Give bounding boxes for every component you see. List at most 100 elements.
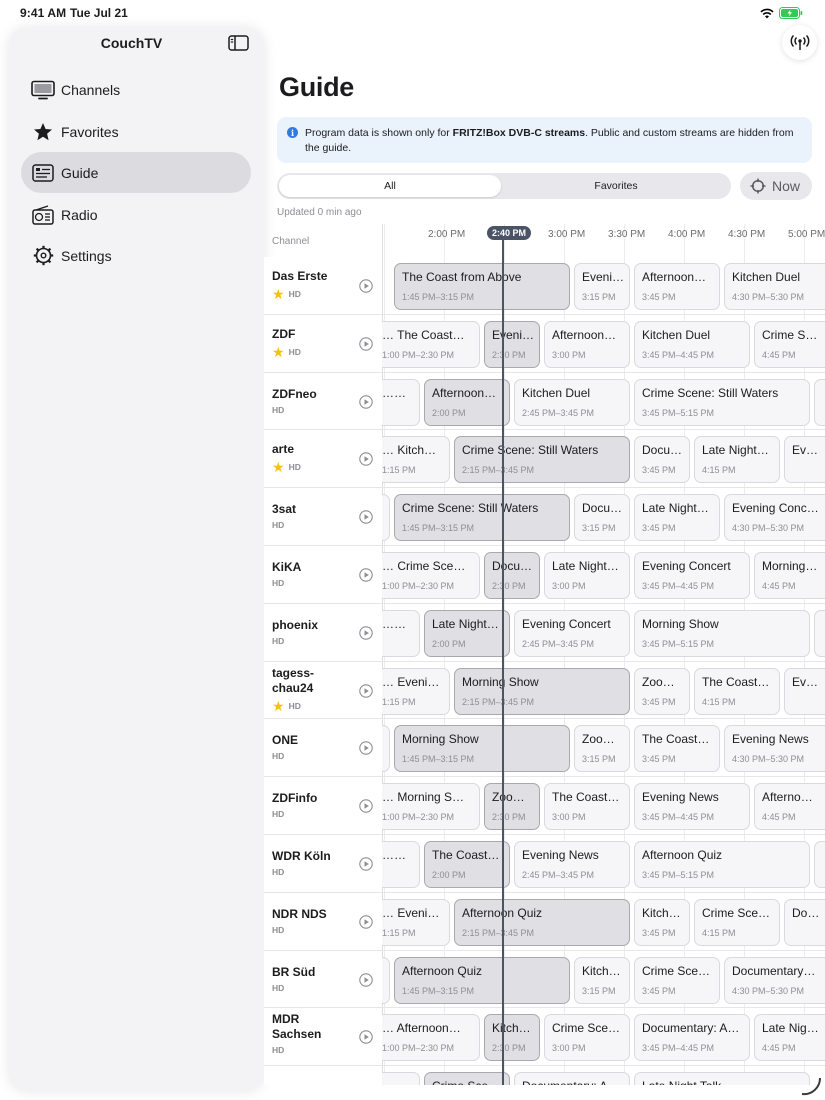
play-icon[interactable] xyxy=(359,972,373,987)
program-cell[interactable]: Kitchen Duel 3:45 PM–4:45 PM xyxy=(634,320,750,368)
program-cell[interactable]: The Coast… 3:45 PM xyxy=(634,725,720,773)
program-cell[interactable]: Crime Scene: Still Waters 2:15 PM–3:45 PM xyxy=(454,436,630,484)
program-time: 1:00 PM–2:30 PM xyxy=(382,349,455,360)
program-cell[interactable]: Crime Sce… 3:00 PM xyxy=(544,1014,630,1062)
program-cell[interactable]: Afternoon… 2:00 PM xyxy=(424,378,510,426)
program-cell[interactable]: Kitch… 2:30 PM xyxy=(484,1014,540,1062)
play-icon[interactable] xyxy=(359,799,373,813)
program-cell[interactable]: … Crime Sce… 1:00 PM–2:30 PM xyxy=(374,552,480,599)
program-cell[interactable]: Afternoon… 3:45 PM xyxy=(634,263,720,310)
program-cell[interactable]: Documentary: A… 3:45 PM–4:45 PM xyxy=(634,1014,750,1062)
program-cell[interactable]: Ev… xyxy=(784,436,825,484)
program-cell[interactable]: Crime S… 4:45 PM xyxy=(754,320,825,368)
filter-favorites[interactable]: Favorites xyxy=(503,175,729,197)
channel-cell[interactable] xyxy=(264,1066,382,1085)
program-cell[interactable]: … The Coast… 1:00 PM–2:30 PM xyxy=(374,320,480,368)
channel-meta: HD xyxy=(272,867,284,877)
sidebar-item-radio[interactable]: Radio xyxy=(21,194,251,235)
program-cell[interactable]: Documentary… 4:30 PM–5:30 PM xyxy=(724,956,825,1004)
program-cell[interactable]: The Coast… 4:15 PM xyxy=(694,667,780,715)
play-icon[interactable] xyxy=(359,915,373,929)
program-cell[interactable]: Crime Sce… 3:45 PM xyxy=(634,956,720,1004)
program-cell[interactable]: Kitch… 3:45 PM xyxy=(634,898,690,946)
play-icon[interactable] xyxy=(359,683,373,698)
program-cell[interactable]: Evening Concert 3:45 PM–4:45 PM xyxy=(634,552,750,599)
program-cell[interactable]: The Coast… 3:00 PM xyxy=(544,783,630,831)
program-cell[interactable]: Afternoon Quiz 1:45 PM–3:15 PM xyxy=(394,956,570,1004)
program-cell[interactable]: Zoo… 3:15 PM xyxy=(574,725,630,773)
sidebar-item-favorites[interactable]: Favorites xyxy=(21,111,251,152)
program-cell[interactable] xyxy=(814,609,825,657)
program-cell[interactable]: Evening News 2:45 PM–3:45 PM xyxy=(514,841,630,888)
program-cell[interactable]: Crime Scene: Still Waters 3:45 PM–5:15 PM xyxy=(634,378,810,426)
filter-all[interactable]: All xyxy=(279,175,501,197)
program-cell[interactable]: Documentary: A… xyxy=(514,1072,630,1085)
program-cell[interactable]: … Eveni… 1:15 PM xyxy=(374,898,450,946)
program-cell[interactable]: Docu… 3:45 PM xyxy=(634,436,690,484)
battery-icon xyxy=(779,7,803,19)
program-cell[interactable]: Late Nig… 4:45 PM xyxy=(754,1014,825,1062)
sidebar-item-channels[interactable]: Channels xyxy=(21,69,251,110)
program-cell[interactable]: Morning… 4:45 PM xyxy=(754,552,825,599)
program-cell[interactable]: Do… xyxy=(784,898,825,946)
program-cell[interactable]: Crime Sce… xyxy=(424,1072,510,1085)
program-cell[interactable]: Crime Sce… 4:15 PM xyxy=(694,898,780,946)
program-cell[interactable]: Morning Show 2:15 PM–3:45 PM xyxy=(454,667,630,715)
program-cell[interactable]: Late Night… 2:00 PM xyxy=(424,609,510,657)
program-cell[interactable]: Docu… 2:30 PM xyxy=(484,552,540,599)
program-cell[interactable]: … Eveni… 1:15 PM xyxy=(374,667,450,715)
sidebar-toggle-icon[interactable] xyxy=(228,35,249,51)
broadcast-button[interactable] xyxy=(782,25,817,60)
play-icon[interactable] xyxy=(359,394,373,409)
program-cell[interactable]: Eveni… 3:15 PM xyxy=(574,263,630,310)
play-icon[interactable] xyxy=(359,452,373,467)
sidebar-item-guide[interactable]: Guide xyxy=(21,152,251,193)
sidebar-item-label: Radio xyxy=(61,206,98,223)
program-cell[interactable]: Afternoon… 3:00 PM xyxy=(544,320,630,368)
program-cell[interactable]: Evening News 4:30 PM–5:30 PM xyxy=(724,725,825,773)
program-cell[interactable]: Late Night… 4:15 PM xyxy=(694,436,780,484)
program-cell[interactable]: Zoo… 3:45 PM xyxy=(634,667,690,715)
channel-name: ONE xyxy=(272,733,299,748)
program-cell[interactable]: Late Night Talk xyxy=(634,1072,810,1085)
program-cell[interactable]: Ev… xyxy=(784,667,825,715)
program-cell[interactable]: … Kitch… 1:15 PM xyxy=(374,436,450,484)
play-icon[interactable] xyxy=(359,857,373,871)
resize-handle-icon[interactable] xyxy=(800,1076,822,1096)
program-title: … Morning S… xyxy=(382,790,465,805)
play-icon[interactable] xyxy=(359,1030,373,1045)
play-icon[interactable] xyxy=(359,741,373,756)
program-cell[interactable]: Zoo… 2:30 PM xyxy=(484,783,540,831)
program-cell[interactable]: Evening Conc… 4:30 PM–5:30 PM xyxy=(724,494,825,542)
program-cell[interactable]: Evening Concert 2:45 PM–3:45 PM xyxy=(514,609,630,657)
program-cell[interactable] xyxy=(814,378,825,426)
program-cell[interactable]: Kitchen Duel 4:30 PM–5:30 PM xyxy=(724,263,825,310)
program-cell[interactable]: Evening News 3:45 PM–4:45 PM xyxy=(634,783,750,831)
program-cell[interactable]: Docu… 3:15 PM xyxy=(574,494,630,542)
program-cell[interactable]: Afternoon Quiz 3:45 PM–5:15 PM xyxy=(634,841,810,888)
play-icon[interactable] xyxy=(359,337,373,351)
play-icon[interactable] xyxy=(359,510,373,524)
program-cell[interactable]: Eveni… 2:30 PM xyxy=(484,320,540,368)
program-cell[interactable]: Afterno… 4:45 PM xyxy=(754,783,825,831)
now-button[interactable]: Now xyxy=(740,172,812,200)
program-cell[interactable]: Late Night… 3:45 PM xyxy=(634,494,720,542)
sidebar-item-settings[interactable]: Settings xyxy=(21,235,251,276)
play-icon[interactable] xyxy=(359,626,373,640)
play-icon[interactable] xyxy=(359,568,373,582)
play-icon[interactable] xyxy=(359,279,373,293)
program-title: Afternoon… xyxy=(432,385,497,400)
program-title: Afternoon Quiz xyxy=(642,848,723,862)
program-cell[interactable]: Morning Show 1:45 PM–3:15 PM xyxy=(394,725,570,773)
program-cell[interactable]: Afternoon Quiz 2:15 PM–3:45 PM xyxy=(454,898,630,946)
program-cell[interactable]: Crime Scene: Still Waters 1:45 PM–3:15 PM xyxy=(394,494,570,542)
program-cell[interactable] xyxy=(814,841,825,888)
program-cell[interactable]: Morning Show 3:45 PM–5:15 PM xyxy=(634,609,810,657)
program-cell[interactable]: The Coast… 2:00 PM xyxy=(424,841,510,888)
program-cell[interactable]: … Morning S… 1:00 PM–2:30 PM xyxy=(374,783,480,831)
program-cell[interactable]: Late Night… 3:00 PM xyxy=(544,552,630,599)
program-cell[interactable]: The Coast from Above 1:45 PM–3:15 PM xyxy=(394,263,570,310)
program-cell[interactable]: … Afternoon… 1:00 PM–2:30 PM xyxy=(374,1014,480,1062)
program-cell[interactable]: Kitch… 3:15 PM xyxy=(574,956,630,1004)
program-cell[interactable]: Kitchen Duel 2:45 PM–3:45 PM xyxy=(514,378,630,426)
